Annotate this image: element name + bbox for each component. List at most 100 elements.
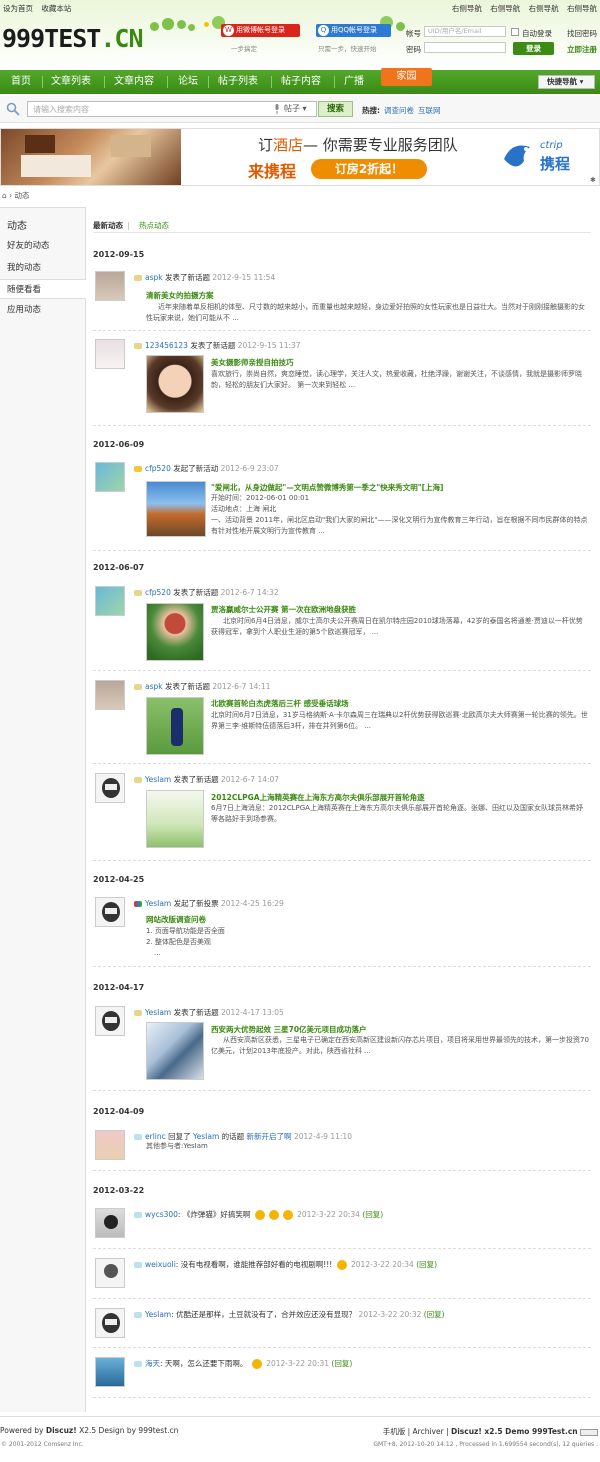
feed-text: 优酷还是那样，土豆就没有了，合并效应还没有显现？	[176, 1310, 357, 1319]
nav-item-forum[interactable]: 论坛	[178, 70, 198, 94]
sidebar-item-random[interactable]: 随便看看	[0, 279, 86, 299]
nav-item-thread-content[interactable]: 帖子内容	[281, 70, 321, 94]
feed-target-user[interactable]: YesIam	[193, 1132, 219, 1141]
feed-time: 2012-6-9 23:07	[220, 464, 279, 473]
reply-link[interactable]: (回复)	[416, 1260, 437, 1269]
cnzz-badge-icon[interactable]	[580, 1428, 598, 1436]
feed-user[interactable]: cfp520	[145, 464, 171, 473]
feed-user[interactable]: YesIam	[145, 1008, 171, 1017]
feed-divider	[93, 330, 591, 331]
gear-icon[interactable]: ✱	[590, 176, 596, 184]
feed-title[interactable]: 美女摄影师亲授自拍技巧	[211, 357, 294, 368]
feed-title[interactable]: 2012CLPGA上海精英赛在上海东方高尔夫俱乐部展开首轮角逐	[211, 792, 425, 803]
feed-thumbnail[interactable]	[146, 1022, 204, 1080]
nav-item-article-list[interactable]: 文章列表	[51, 70, 91, 94]
avatar[interactable]	[95, 271, 125, 301]
avatar[interactable]	[95, 1130, 125, 1160]
weibo-login-button[interactable]: W 用微博帐号登录	[221, 24, 300, 37]
feed-thumbnail[interactable]	[146, 697, 204, 755]
feed-thumbnail[interactable]	[146, 603, 204, 661]
avatar[interactable]	[95, 1308, 125, 1338]
set-homepage-link[interactable]: 设为首页	[3, 4, 33, 13]
register-link[interactable]: 立即注册	[567, 44, 597, 55]
feed-title[interactable]: 网站改版调查问卷	[146, 914, 206, 925]
login-button[interactable]: 登录	[513, 42, 554, 55]
avatar[interactable]	[95, 773, 125, 803]
avatar[interactable]	[95, 339, 125, 369]
feed-user[interactable]: aspk	[145, 682, 163, 691]
reply-link[interactable]: (回复)	[331, 1359, 352, 1368]
feed-time: 2012-3-22 20:34	[351, 1260, 414, 1269]
avatar[interactable]	[95, 1357, 125, 1387]
search-button[interactable]: 搜索	[318, 101, 353, 117]
feed-title[interactable]: 北欧赛首轮白杰虎落后三杆 感受垂话球场	[211, 698, 349, 709]
sidebar-item-mine[interactable]: 我的动态	[0, 258, 85, 278]
nav-item-home[interactable]: 首页	[11, 70, 31, 94]
microphone-icon[interactable]	[274, 104, 280, 114]
feed-user[interactable]: 海天	[145, 1359, 160, 1368]
feed-user[interactable]: cfp520	[145, 588, 171, 597]
feed-title[interactable]: 西安两大优势起效 三星70亿美元项目成功落户	[211, 1024, 367, 1035]
hot-search-link[interactable]: 互联网	[418, 106, 441, 115]
nav-item-broadcast[interactable]: 广播	[344, 70, 364, 94]
smiley-icon	[251, 1359, 262, 1369]
quick-nav-button[interactable]: 快捷导航 ▾	[538, 75, 595, 89]
nav-item-thread-list[interactable]: 帖子列表	[218, 70, 258, 94]
right-nav-link[interactable]: 右侧导航	[490, 4, 520, 13]
feed-user[interactable]: YesIam	[145, 1310, 171, 1319]
feed-target[interactable]: 新新开启了啊	[247, 1132, 292, 1141]
feed-user[interactable]: erlinc	[145, 1132, 166, 1141]
hot-search-link[interactable]: 调查问卷	[384, 106, 414, 115]
qq-login-button[interactable]: Q 用QQ帐号登录	[316, 24, 391, 37]
account-input[interactable]: UID/用户名/Email	[424, 26, 506, 37]
site-logo[interactable]: 999TEST.CN	[2, 24, 144, 53]
forgot-password-link[interactable]: 找回密码	[567, 28, 597, 39]
feed-user[interactable]: 123456123	[145, 341, 188, 350]
feed-thumbnail[interactable]	[146, 355, 204, 413]
feed-user[interactable]: aspk	[145, 273, 163, 282]
footer-archiver-link[interactable]: Archiver	[413, 1427, 444, 1436]
feed-thumbnail[interactable]	[146, 481, 206, 537]
avatar[interactable]	[95, 897, 125, 927]
feed-user[interactable]: YesIam	[145, 899, 171, 908]
bookmark-link[interactable]: 收藏本站	[41, 4, 71, 13]
tab-hot[interactable]: 热点动态	[139, 221, 169, 230]
nav-item-home-space[interactable]: 家园	[381, 68, 432, 86]
feed-user[interactable]: YesIam	[145, 775, 171, 784]
feed-thumbnail[interactable]	[146, 790, 204, 848]
feed-user[interactable]: wycs300	[145, 1210, 178, 1219]
footer-mobile-link[interactable]: 手机版	[383, 1427, 406, 1436]
avatar[interactable]	[95, 462, 125, 492]
sidebar-item-apps[interactable]: 应用动态	[0, 300, 85, 320]
feed-meta: YesIam 发起了新投票 2012-4-25 16:29	[134, 898, 284, 909]
tab-latest[interactable]: 最新动态	[93, 221, 123, 230]
nav-item-article-content[interactable]: 文章内容	[114, 70, 154, 94]
feed-divider	[93, 1347, 591, 1348]
avatar[interactable]	[95, 1258, 125, 1288]
breadcrumb-current[interactable]: 动态	[15, 191, 30, 200]
banner-pill[interactable]: 订房2折起！	[311, 159, 427, 179]
footer-brand[interactable]: Discuz!	[46, 1426, 77, 1435]
feed-title[interactable]: "爱闸北，从身边做起"—文明点赞微博秀第一季之"快来秀文明"[上海]	[211, 482, 443, 493]
avatar[interactable]	[95, 1006, 125, 1036]
poll-more: ...	[154, 949, 161, 957]
sidebar-item-friends[interactable]: 好友的动态	[0, 236, 85, 256]
reply-link[interactable]: (回复)	[424, 1310, 445, 1319]
chat-icon	[134, 1312, 142, 1318]
right-nav-link[interactable]: 右侧导航	[567, 4, 597, 13]
search-type-select[interactable]: 帖子 ▾	[284, 103, 307, 114]
avatar[interactable]	[95, 680, 125, 710]
feed-text: 喜欢旅行，崇尚自然，爽恋睡觉，读心理学，关注人文，热爱收藏，杜绝浮躁，谢谢关注，…	[211, 370, 582, 389]
avatar[interactable]	[95, 1208, 125, 1238]
home-icon[interactable]: ⌂	[2, 191, 7, 200]
nav-separator	[271, 76, 272, 88]
feed-title[interactable]: 清新美女的拍摄方案	[146, 290, 214, 301]
auto-login-checkbox[interactable]	[511, 28, 519, 36]
feed-user[interactable]: weixuoli	[145, 1260, 176, 1269]
avatar[interactable]	[95, 586, 125, 616]
right-nav-link[interactable]: 右侧导航	[529, 4, 559, 13]
password-input[interactable]	[424, 42, 506, 53]
feed-title[interactable]: 贾洛赢威尔士公开赛 第一次在欧洲地盘获胜	[211, 604, 356, 615]
reply-link[interactable]: (回复)	[362, 1210, 383, 1219]
right-nav-link[interactable]: 右侧导航	[452, 4, 482, 13]
